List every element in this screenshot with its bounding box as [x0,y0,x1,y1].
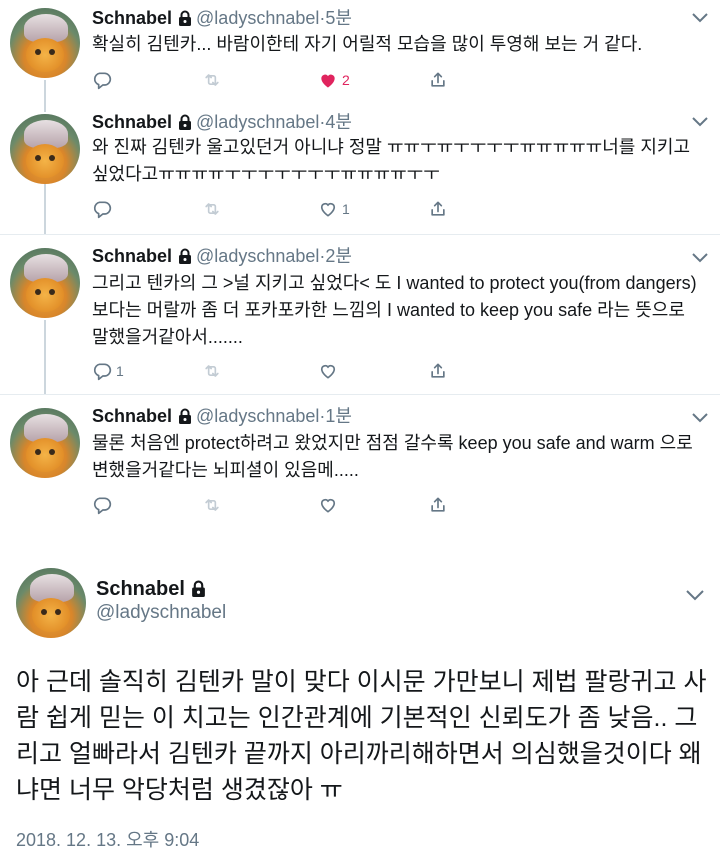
tweet-text: 확실히 김텐카... 바람이한테 자기 어릴적 모습을 많이 투영해 보는 거 … [92,34,643,54]
avatar[interactable] [10,114,80,184]
author-handle[interactable]: @ladyschnabel [196,8,319,28]
share-button[interactable] [428,493,448,517]
tweet-text: 물론 처음엔 protect하려고 왔었지만 점점 갈수록 keep you s… [92,433,693,480]
reply-icon [93,201,112,219]
author-handle[interactable]: @ladyschnabel [196,406,319,426]
chevron-down-icon[interactable] [690,114,710,128]
author-name[interactable]: Schnabel [92,406,172,426]
retweet-button[interactable] [202,493,222,517]
share-icon [431,497,445,512]
reply-button[interactable] [92,493,116,517]
like-count: 1 [342,201,350,217]
retweet-button[interactable] [202,68,222,92]
like-button[interactable]: 1 [318,197,350,221]
tweet-header: Schnabel @ladyschnabel·2분 [92,244,352,268]
reply-button[interactable] [92,68,116,92]
divider [0,234,720,235]
thread-connector [44,184,46,234]
like-button[interactable] [318,359,342,383]
tweet-header: Schnabel @ladyschnabel·5분 [92,6,352,30]
author-name[interactable]: Schnabel [92,112,172,132]
author-name[interactable]: Schnabel [92,8,172,28]
retweet-icon [205,74,219,86]
heart-icon [321,74,335,88]
heart-icon [320,498,336,513]
avatar[interactable] [10,408,80,478]
thread-tweet-4[interactable]: Schnabel @ladyschnabel·1분 물론 처음엔 protect하… [0,400,720,525]
author-handle[interactable]: @ladyschnabel [196,246,319,266]
heart-icon [320,202,336,217]
tweet-text: 와 진짜 김텐카 울고있던거 아니냐 정말 ㅠㅠㅜㅠㅜㅜㅜㅜㅠㅠㅠㅠㅠ너를 지키… [92,137,691,184]
retweet-button[interactable] [202,197,222,221]
thread-connector [44,320,46,395]
chevron-down-icon[interactable] [690,250,710,264]
like-count: 2 [342,72,350,88]
reply-icon [93,497,112,515]
retweet-icon [205,499,219,511]
action-bar: 2 [92,68,492,92]
share-icon [431,363,445,378]
timestamp[interactable]: 1분 [325,406,352,426]
retweet-icon [205,203,219,215]
share-icon [431,72,445,87]
action-bar: 1 [92,197,492,221]
tweet-header: Schnabel @ladyschnabel·1분 [92,404,352,428]
share-button[interactable] [428,197,448,221]
avatar[interactable] [10,8,80,78]
lock-icon [179,10,192,26]
lock-icon [179,408,192,424]
thread-connector [44,104,46,112]
share-icon [431,201,445,216]
action-bar [92,493,492,517]
thread-tweet-2[interactable]: Schnabel @ladyschnabel·4분 와 진짜 김텐카 울고있던거 … [0,104,720,234]
reply-count: 1 [116,363,124,379]
heart-icon [320,364,336,379]
tweet-header: Schnabel @ladyschnabel·4분 [92,110,352,134]
main-author-handle[interactable]: @ladyschnabel [96,602,226,624]
main-avatar[interactable] [16,568,86,638]
divider [0,394,720,395]
share-button[interactable] [428,68,448,92]
chevron-down-icon[interactable] [690,410,710,424]
action-bar: 1 [92,359,492,383]
reply-icon [93,363,112,381]
like-button[interactable]: 2 [318,68,350,92]
reply-icon [93,72,112,90]
retweet-button[interactable] [202,359,222,383]
chevron-down-icon[interactable] [690,10,710,24]
retweet-icon [205,365,219,377]
timestamp[interactable]: 2분 [325,246,352,266]
timestamp[interactable]: 5분 [325,8,352,28]
lock-icon [179,114,192,130]
reply-button[interactable]: 1 [92,359,124,383]
main-tweet-text: 아 근데 솔직히 김텐카 말이 맞다 이시문 가만보니 제법 팔랑귀고 사람 쉽… [16,668,707,804]
thread-tweet-3[interactable]: Schnabel @ladyschnabel·2분 그리고 텐카의 그 >널 지키… [0,240,720,395]
avatar[interactable] [10,248,80,318]
chevron-down-icon[interactable] [684,588,706,602]
like-button[interactable] [318,493,342,517]
lock-icon [179,248,192,264]
tweet-text: 그리고 텐카의 그 >널 지키고 싶었다< 도 I wanted to prot… [92,273,697,347]
author-name[interactable]: Schnabel [92,246,172,266]
main-author-name-text: Schnabel [96,578,185,600]
reply-button[interactable] [92,197,116,221]
main-tweet-date[interactable]: 2018. 12. 13. 오후 9:04 [16,826,199,852]
main-author-name[interactable]: Schnabel [96,578,210,601]
timestamp[interactable]: 4분 [325,112,352,132]
share-button[interactable] [428,359,448,383]
author-handle[interactable]: @ladyschnabel [196,112,319,132]
lock-icon [192,580,205,597]
thread-tweet-1[interactable]: Schnabel @ladyschnabel·5분 확실히 김텐카... 바람이한… [0,0,720,110]
